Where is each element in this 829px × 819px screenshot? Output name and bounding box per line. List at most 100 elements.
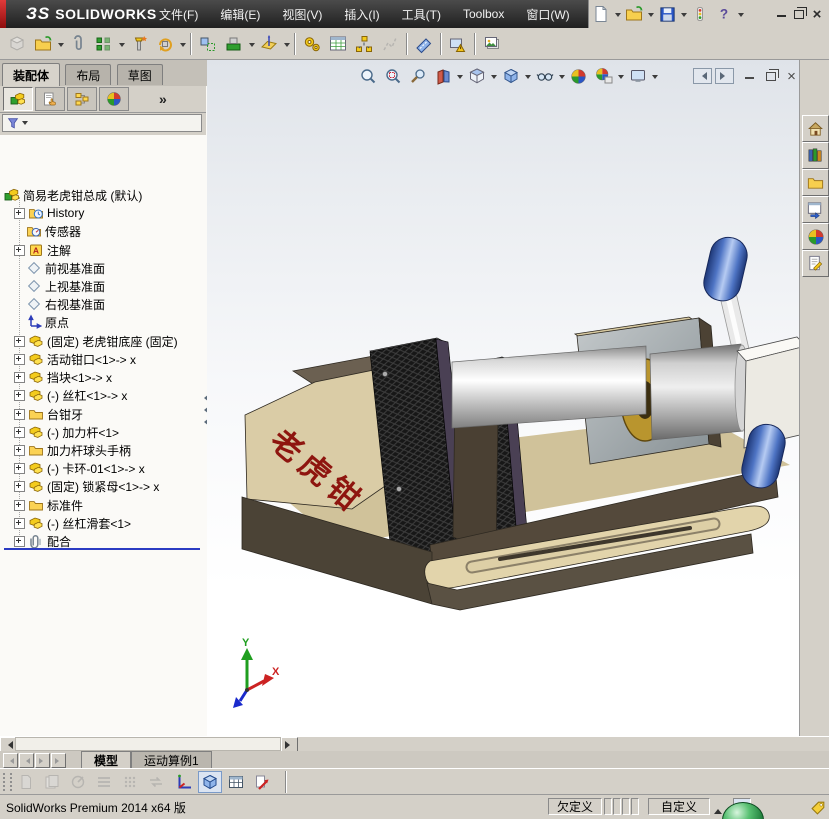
help-dropdown[interactable] bbox=[738, 13, 744, 20]
insert-component-icon[interactable] bbox=[4, 31, 30, 57]
zoom-to-fit-icon[interactable] bbox=[355, 64, 380, 88]
filter-edges-icon[interactable] bbox=[40, 771, 64, 793]
tag-icon[interactable] bbox=[810, 799, 827, 816]
previous-tab-icon[interactable] bbox=[19, 753, 34, 768]
pattern-dropdown[interactable] bbox=[119, 42, 125, 50]
exploded-view-icon[interactable] bbox=[351, 31, 377, 57]
tree-item-base[interactable]: (固定) 老虎钳底座 (固定) bbox=[14, 332, 178, 350]
propertymanager-icon[interactable] bbox=[35, 87, 65, 111]
tree-item-sensors[interactable]: 传感器 bbox=[26, 222, 81, 240]
tree-item-front-plane[interactable]: 前视基准面 bbox=[26, 259, 105, 277]
tree-item-jaw-plates-folder[interactable]: 台钳牙 bbox=[14, 405, 83, 423]
hide-show-dropdown[interactable] bbox=[559, 75, 565, 82]
graphics-viewport[interactable]: 老虎钳 Y X × bbox=[207, 60, 799, 736]
scrollbar-track[interactable] bbox=[15, 737, 281, 751]
appearances-scenes-icon[interactable] bbox=[802, 223, 829, 250]
move-component-icon[interactable] bbox=[152, 31, 178, 57]
configurationmanager-icon[interactable] bbox=[67, 87, 97, 111]
open-document-icon[interactable] bbox=[622, 2, 646, 26]
menu-insert[interactable]: 插入(I) bbox=[333, 0, 390, 28]
expand-icon[interactable] bbox=[14, 499, 25, 511]
open-dropdown[interactable] bbox=[648, 13, 654, 20]
tree-item-standard-parts[interactable]: 标准件 bbox=[14, 496, 83, 514]
redo-flag-icon[interactable] bbox=[250, 771, 274, 793]
view-settings-icon[interactable] bbox=[625, 64, 650, 88]
tab-layout[interactable]: 布局 bbox=[65, 64, 112, 85]
reference-geometry-dropdown[interactable] bbox=[284, 42, 290, 50]
expand-icon[interactable] bbox=[14, 389, 25, 401]
tree-item-root[interactable]: 简易老虎钳总成 (默认) bbox=[4, 186, 142, 204]
design-library-icon[interactable] bbox=[802, 142, 829, 169]
next-tab-icon[interactable] bbox=[35, 753, 50, 768]
filter-faces-icon[interactable] bbox=[14, 771, 38, 793]
hide-show-items-icon[interactable] bbox=[532, 64, 557, 88]
expand-icon[interactable] bbox=[14, 335, 25, 347]
expand-icon[interactable] bbox=[14, 462, 25, 474]
tab-sketch[interactable]: 草图 bbox=[116, 64, 163, 85]
tree-item-history[interactable]: History bbox=[14, 204, 84, 222]
assembly-features-icon[interactable] bbox=[221, 31, 247, 57]
isometric-cube-icon[interactable] bbox=[198, 771, 222, 793]
displaymanager-icon[interactable] bbox=[99, 87, 129, 111]
doc-restore-button[interactable] bbox=[762, 69, 779, 83]
explode-line-sketch-icon[interactable] bbox=[377, 31, 403, 57]
file-explorer-icon[interactable] bbox=[802, 169, 829, 196]
featuremanager-tree-icon[interactable] bbox=[3, 87, 33, 111]
last-tab-icon[interactable] bbox=[51, 753, 66, 768]
expand-icon[interactable] bbox=[14, 244, 25, 256]
linear-component-pattern-icon[interactable] bbox=[91, 31, 117, 57]
filter-vertices-icon[interactable] bbox=[66, 771, 90, 793]
new-dropdown[interactable] bbox=[615, 13, 621, 20]
view-palette-icon[interactable] bbox=[802, 196, 829, 223]
tree-item-moving-jaw[interactable]: 活动钳口<1>-> x bbox=[14, 350, 136, 368]
close-button[interactable] bbox=[808, 6, 826, 22]
smart-fasteners-icon[interactable] bbox=[126, 31, 152, 57]
view-settings-dropdown[interactable] bbox=[652, 75, 658, 82]
save-dropdown[interactable] bbox=[681, 13, 687, 20]
view-orientation-icon[interactable] bbox=[464, 64, 489, 88]
magnified-selection-icon[interactable] bbox=[405, 64, 430, 88]
expand-icon[interactable] bbox=[14, 480, 25, 492]
tree-item-screw-sleeve[interactable]: (-) 丝杠滑套<1> bbox=[14, 514, 131, 532]
expand-icon[interactable] bbox=[14, 371, 25, 383]
menu-toolbox[interactable]: Toolbox bbox=[452, 0, 515, 28]
expand-icon[interactable] bbox=[14, 353, 25, 365]
open-part-icon[interactable] bbox=[30, 31, 56, 57]
tree-item-snap-ring[interactable]: (-) 卡环-01<1>-> x bbox=[14, 459, 145, 477]
expand-icon[interactable] bbox=[14, 444, 25, 456]
assembly-features-dropdown[interactable] bbox=[249, 42, 255, 50]
solidworks-resources-icon[interactable] bbox=[802, 115, 829, 142]
apply-scene-dropdown[interactable] bbox=[618, 75, 624, 82]
minimize-button[interactable] bbox=[772, 6, 790, 22]
help-icon[interactable]: ? bbox=[712, 2, 736, 26]
expand-icon[interactable] bbox=[14, 517, 25, 529]
tree-filter-field[interactable] bbox=[2, 114, 202, 132]
status-configuration[interactable]: 自定义 bbox=[648, 798, 710, 815]
display-style-dropdown[interactable] bbox=[525, 75, 531, 82]
tree-item-lock-nut[interactable]: (固定) 锁紧母<1>-> x bbox=[14, 477, 159, 495]
first-tab-icon[interactable] bbox=[3, 753, 18, 768]
move-dropdown[interactable] bbox=[180, 42, 186, 50]
menu-view[interactable]: 视图(V) bbox=[271, 0, 333, 28]
zoom-to-area-icon[interactable] bbox=[380, 64, 405, 88]
expand-icon[interactable] bbox=[14, 535, 25, 547]
panel-overflow-chevron[interactable] bbox=[159, 91, 167, 107]
tree-item-top-plane[interactable]: 上视基准面 bbox=[26, 277, 105, 295]
configuration-popup-arrow[interactable] bbox=[714, 805, 722, 814]
tree-item-stop-block[interactable]: 挡块<1>-> x bbox=[14, 368, 112, 386]
doc-close-button[interactable] bbox=[783, 69, 799, 83]
open-part-dropdown[interactable] bbox=[58, 42, 64, 50]
display-style-icon[interactable] bbox=[498, 64, 523, 88]
expand-icon[interactable] bbox=[14, 207, 25, 219]
design-table-icon[interactable] bbox=[224, 771, 248, 793]
menu-edit[interactable]: 编辑(E) bbox=[209, 0, 271, 28]
tree-item-right-plane[interactable]: 右视基准面 bbox=[26, 295, 105, 313]
save-icon[interactable] bbox=[655, 2, 679, 26]
tab-assembly[interactable]: 装配体 bbox=[2, 63, 61, 86]
filter-wireframe-icon[interactable] bbox=[92, 771, 116, 793]
toggle-selection-filters-icon[interactable] bbox=[144, 771, 168, 793]
instant3d-icon[interactable] bbox=[411, 31, 437, 57]
lead-screw[interactable] bbox=[451, 345, 647, 429]
update-snapshot-icon[interactable] bbox=[445, 31, 471, 57]
doc-minimize-button[interactable] bbox=[741, 69, 758, 83]
